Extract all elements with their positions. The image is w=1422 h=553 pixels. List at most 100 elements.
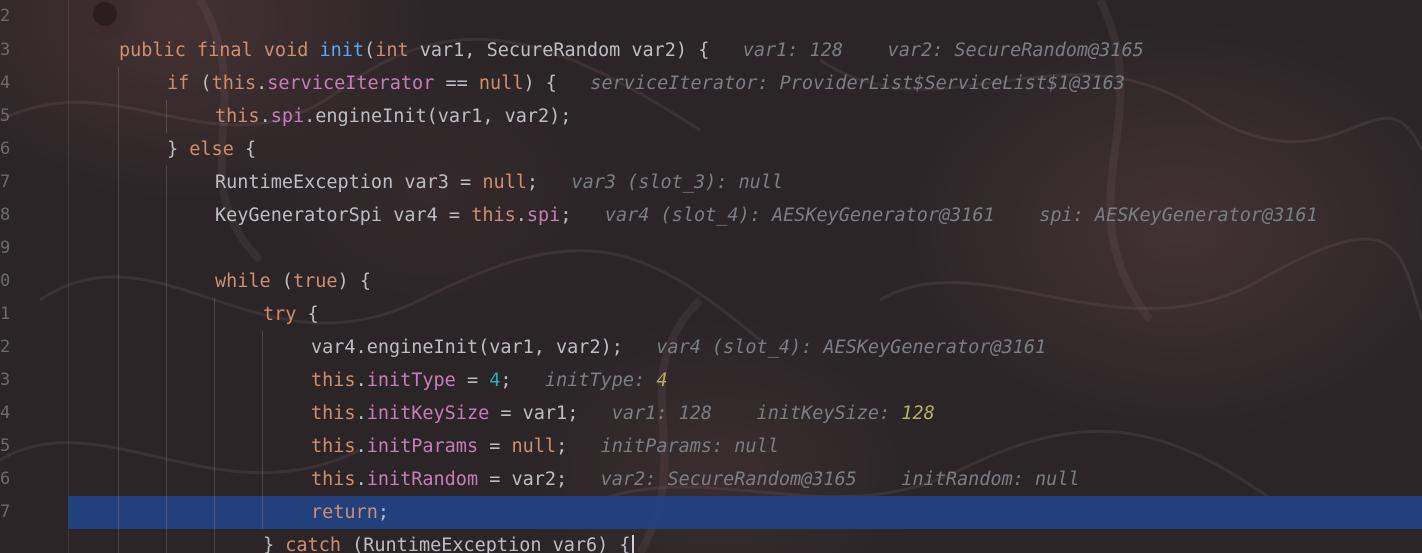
code-line[interactable]: 2: [0, 0, 1422, 33]
indent-guide: [166, 298, 167, 331]
code-editor[interactable]: 2 3 public final void init(int var1, Secur…: [0, 0, 1422, 553]
code-line[interactable]: 4 if (this.serviceIterator == null) { ser…: [0, 67, 1422, 100]
line-number[interactable]: 7: [0, 496, 14, 529]
indent-guide: [118, 298, 119, 331]
code-token: .: [355, 403, 367, 424]
code-token: int: [375, 40, 420, 61]
code-line[interactable]: 6 this.initRandom = var2; var2: SecureRan…: [0, 463, 1422, 496]
code-token: null: [478, 73, 524, 94]
code-text[interactable]: public final void init(int var1, SecureR…: [119, 34, 1144, 67]
line-number[interactable]: 5: [0, 430, 14, 463]
code-text[interactable]: return;: [311, 496, 389, 529]
code-token: true: [292, 271, 338, 292]
code-token: .: [355, 469, 367, 490]
code-token: this: [311, 436, 356, 457]
code-token: (: [200, 73, 212, 94]
indent-guide: [166, 232, 167, 265]
code-token: null: [482, 172, 527, 193]
line-number[interactable]: 4: [0, 67, 14, 100]
code-token: this: [311, 370, 356, 391]
code-token: var4.engineInit(var1, var2);: [311, 337, 623, 358]
code-line[interactable]: 3 this.initType = 4; initType: 4: [0, 364, 1422, 397]
line-number[interactable]: 0: [0, 265, 14, 298]
code-text[interactable]: this.spi.engineInit(var1, var2);: [215, 100, 571, 133]
code-line[interactable]: 7 RuntimeException var3 = null; var3 (slo…: [0, 166, 1422, 199]
indent-guide: [166, 397, 167, 430]
code-text[interactable]: KeyGeneratorSpi var4 = this.spi; var4 (s…: [215, 199, 1318, 232]
inlay-debug-value: var4 (slot_4): AESKeyGenerator@3161: [622, 337, 1047, 358]
code-line[interactable]: 8 KeyGeneratorSpi var4 = this.spi; var4 (…: [0, 199, 1422, 232]
indent-guide: [166, 529, 167, 553]
line-number[interactable]: 6: [0, 463, 14, 496]
line-number[interactable]: 8: [0, 199, 14, 232]
indent-guide: [166, 265, 167, 298]
code-text[interactable]: this.initKeySize = var1; var1: 128 initK…: [311, 397, 935, 430]
code-token: null: [511, 436, 557, 457]
line-number[interactable]: 9: [0, 232, 14, 265]
code-text[interactable]: this.initParams = null; initParams: null: [311, 430, 779, 463]
code-token: ;: [377, 502, 389, 523]
code-token: spi: [270, 106, 305, 127]
indent-guide: [166, 331, 167, 364]
code-text[interactable]: while (true) {: [215, 265, 371, 298]
text-caret: [631, 535, 634, 553]
code-token: }: [167, 139, 190, 160]
code-line[interactable]: 6 } else {: [0, 133, 1422, 166]
indent-guide: [214, 463, 215, 496]
code-line[interactable]: 5 this.initParams = null; initParams: nul…: [0, 430, 1422, 463]
indent-guide: [214, 331, 215, 364]
code-line[interactable]: 4 this.initKeySize = var1; var1: 128 init…: [0, 397, 1422, 430]
code-line[interactable]: } catch (RuntimeException var6) {: [0, 529, 1422, 553]
line-number[interactable]: 2: [0, 0, 14, 33]
code-line[interactable]: 0 while (true) {: [0, 265, 1422, 298]
indent-guide: [118, 463, 119, 496]
line-number[interactable]: 7: [0, 166, 14, 199]
code-token: ;: [556, 436, 568, 457]
current-execution-line[interactable]: 7 return;: [0, 496, 1422, 529]
indent-guide: [214, 364, 215, 397]
indent-guide: [118, 100, 119, 133]
code-text[interactable]: } catch (RuntimeException var6) {: [263, 529, 634, 553]
code-token: var1, SecureRandom var2) {: [419, 40, 710, 61]
code-text[interactable]: var4.engineInit(var1, var2); var4 (slot_…: [311, 331, 1046, 364]
code-line[interactable]: 5 this.spi.engineInit(var1, var2);: [0, 100, 1422, 133]
code-text[interactable]: if (this.serviceIterator == null) { serv…: [167, 67, 1125, 100]
code-token: ;: [500, 370, 512, 391]
indent-guide: [118, 166, 119, 199]
line-number[interactable]: 3: [0, 364, 14, 397]
code-line[interactable]: 2 var4.engineInit(var1, var2); var4 (slot…: [0, 331, 1422, 364]
code-line[interactable]: 9: [0, 232, 1422, 265]
code-token: {: [233, 139, 257, 160]
indent-guide: [214, 529, 215, 553]
line-number[interactable]: 3: [0, 34, 14, 67]
indent-guide: [262, 364, 263, 397]
code-text[interactable]: this.initType = 4; initType: 4: [311, 364, 667, 397]
code-token: while: [215, 271, 271, 292]
code-token: .: [515, 205, 527, 226]
indent-guide: [118, 430, 119, 463]
line-number[interactable]: 6: [0, 133, 14, 166]
line-number[interactable]: 2: [0, 331, 14, 364]
indent-guide: [166, 463, 167, 496]
inlay-debug-value: initType:: [511, 370, 657, 391]
code-text[interactable]: this.initRandom = var2; var2: SecureRand…: [311, 463, 1080, 496]
code-line[interactable]: 3 public final void init(int var1, Secure…: [0, 34, 1422, 67]
line-number[interactable]: 5: [0, 100, 14, 133]
code-token: 4: [489, 370, 501, 391]
code-token: init: [319, 40, 365, 61]
line-number[interactable]: 1: [0, 298, 14, 331]
inlay-debug-value: var2: SecureRandom@3165 initRandom: null: [567, 469, 1080, 490]
code-line[interactable]: 1 try {: [0, 298, 1422, 331]
indent-guide: [118, 364, 119, 397]
indent-guide: [166, 364, 167, 397]
line-number[interactable]: 4: [0, 397, 14, 430]
code-token: =: [478, 436, 512, 457]
indent-guide: [118, 496, 119, 529]
code-text[interactable]: try {: [263, 298, 319, 331]
code-token: this: [471, 205, 516, 226]
indent-guide: [262, 397, 263, 430]
indent-guide: [118, 67, 119, 100]
code-text[interactable]: RuntimeException var3 = null; var3 (slot…: [215, 166, 783, 199]
indent-guide: [214, 496, 215, 529]
code-text[interactable]: } else {: [167, 133, 256, 166]
